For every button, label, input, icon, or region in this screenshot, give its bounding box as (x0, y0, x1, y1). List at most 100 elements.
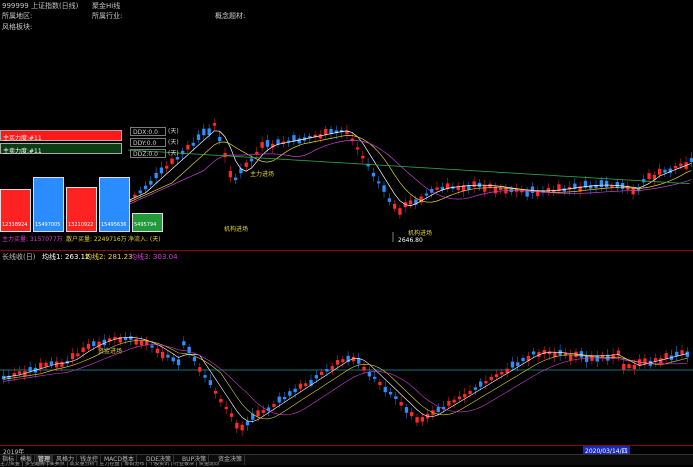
candle-body (293, 388, 297, 393)
candle-body (489, 376, 493, 381)
candle-body (165, 165, 169, 169)
candle-body (229, 413, 234, 417)
candle-body (562, 188, 566, 192)
candle-body (585, 355, 589, 362)
candle-body (139, 340, 144, 346)
flow-bar-label: 13210922 (68, 222, 94, 228)
candle-body (202, 128, 206, 136)
candle-body (330, 366, 334, 371)
candle-body (483, 185, 487, 192)
candle-body (191, 142, 195, 146)
candle-body (355, 147, 360, 150)
candle-body (377, 181, 381, 184)
candle-body (60, 361, 64, 367)
candle-body (663, 169, 667, 173)
candle-body (320, 371, 324, 375)
candle-body (371, 172, 376, 177)
candle-body (468, 390, 472, 394)
candles-group (128, 118, 693, 219)
status-line: 主力资金 | 多空趋势 | 买卖点 | 成交量分析 | 主力控盘 | 筹码分布 … (0, 462, 219, 467)
candle-body (192, 357, 197, 362)
sub-indicator-chart[interactable]: 资金进场 (0, 250, 693, 446)
flow-bar-label: 15495636 (101, 222, 127, 228)
candle-body (304, 383, 308, 387)
candle-body (521, 357, 525, 362)
candle-body (500, 371, 504, 375)
flow-bar-label: 15497005 (35, 222, 61, 228)
candle-body (249, 158, 254, 162)
candle-body (685, 351, 689, 358)
candle-body (235, 422, 239, 429)
candle-body (484, 380, 488, 384)
candle-body (373, 376, 377, 379)
candle-body (261, 410, 265, 413)
ddy-box: DDY:0.0 (130, 138, 166, 147)
capital-flow-bars: 12338924 15497005 13210922 15495636 5495794 (0, 160, 165, 232)
candle-body (134, 339, 138, 345)
candle-body (420, 417, 424, 422)
candle-body (129, 336, 133, 340)
candle-body (387, 198, 391, 202)
candle-body (49, 361, 53, 366)
sell-strength-bar: 主卖力度:#11 (0, 143, 122, 155)
candle-body (182, 341, 186, 346)
candle-body (277, 396, 281, 403)
candle-body (643, 358, 647, 365)
candle-body (631, 188, 635, 195)
candle-body (228, 171, 232, 178)
retail-buy-volume: 散户买量: 2249716万 (66, 236, 127, 243)
candle-body (28, 367, 32, 372)
candle-body (627, 364, 631, 369)
low-price-label: 2646.80 (398, 237, 423, 244)
candle-body (166, 354, 170, 358)
candle-body (479, 381, 483, 387)
candle-body (207, 128, 211, 136)
annotation-jigou-1: 机构进场 (224, 225, 248, 233)
ddx-tag: (天) (168, 128, 179, 135)
candle-body (415, 417, 419, 423)
candle-body (494, 374, 499, 378)
ddz-box: DDZ:0.0 (130, 149, 166, 158)
candle-body (408, 200, 413, 205)
candle-body (658, 168, 662, 175)
candle-body (424, 193, 429, 196)
candle-body (309, 379, 313, 386)
candle-body (187, 346, 191, 354)
buy-strength-bar: 主买力度:#11 (0, 130, 122, 142)
candle-body (256, 410, 260, 417)
candle-body (288, 391, 292, 396)
flow-bar-0: 12338924 (0, 189, 31, 232)
candle-body (240, 424, 244, 431)
candle-body (383, 386, 387, 393)
candle-body (70, 353, 75, 360)
candle-body (186, 144, 190, 150)
candle-body (362, 366, 366, 371)
candle-body (447, 401, 451, 406)
candle-body (532, 351, 536, 355)
candle-body (410, 412, 414, 417)
candle-body (255, 151, 259, 155)
candle-body (394, 396, 398, 399)
candle-body (388, 391, 393, 395)
candle-body (76, 353, 80, 357)
annotation-zhuli: 主力进场 (250, 170, 274, 178)
candle-body (680, 350, 684, 355)
candle-body (664, 353, 668, 359)
candle-body (297, 138, 301, 144)
candle-body (341, 359, 345, 363)
candle-body (203, 375, 207, 378)
candle-body (382, 185, 386, 192)
candle-body (224, 406, 228, 409)
candle-body (569, 354, 573, 361)
candle-body (282, 397, 287, 400)
candle-body (196, 134, 201, 140)
flow-bar-4: 5495794 (132, 213, 163, 232)
candle-body (632, 364, 636, 370)
candle-body (170, 158, 174, 164)
candle-body (223, 152, 227, 158)
candle-body (212, 123, 217, 126)
candle-body (679, 163, 683, 167)
candle-body (325, 369, 329, 372)
candle-body (673, 165, 678, 169)
candle-body (244, 162, 248, 167)
